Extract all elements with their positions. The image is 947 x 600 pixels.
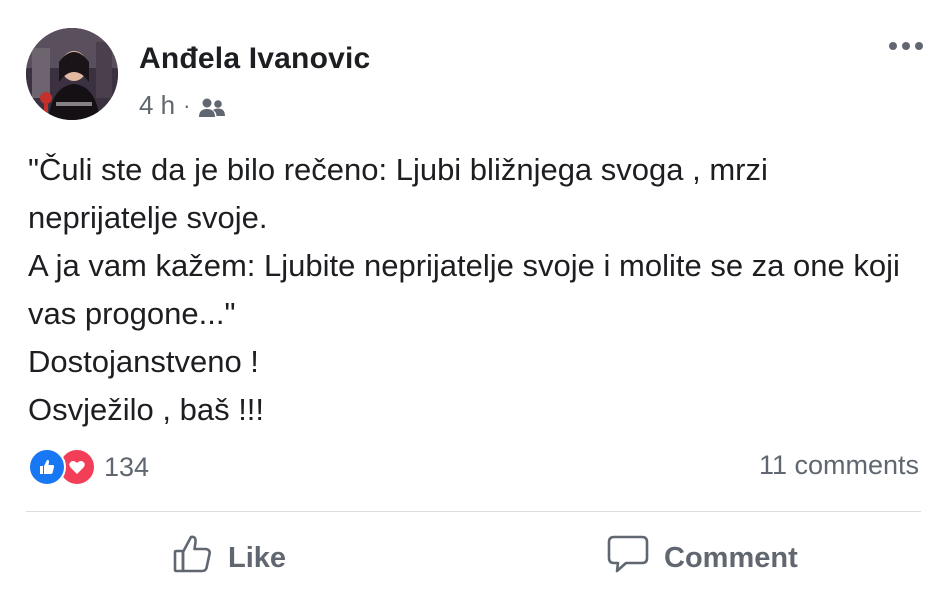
facebook-post: Anđela Ivanovic 4 h · "Čuli ste da je bi… [0,0,947,600]
avatar[interactable] [26,28,118,120]
meta-separator: · [183,92,191,118]
author-name[interactable]: Anđela Ivanovic [139,42,370,76]
post-time[interactable]: 4 h [139,90,175,121]
post-text-line: "Čuli ste da je bilo rečeno: Ljubi bližn… [28,152,768,235]
divider [26,511,921,512]
reactions-count: 134 [104,451,150,482]
action-bar: Like Comment [0,530,947,586]
post-text-line: Osvježilo , baš !!! [28,392,265,427]
like-label: Like [228,541,287,574]
friends-icon [198,95,226,117]
post-text-line: Dostojanstveno ! [28,344,259,379]
post-text: "Čuli ste da je bilo rečeno: Ljubi bližn… [28,146,918,434]
more-options-icon[interactable] [889,42,923,50]
more-dot [902,42,910,50]
post-meta: 4 h · [139,90,226,121]
comments-count[interactable]: 11 comments [759,450,919,481]
comment-label: Comment [664,541,798,574]
more-dot [889,42,897,50]
like-reaction-icon [28,448,66,486]
avatar-image [26,28,118,120]
comment-bubble-icon [606,533,650,583]
more-dot [915,42,923,50]
like-button[interactable]: Like [172,530,286,586]
thumbs-up-icon [172,533,214,583]
comment-button[interactable]: Comment [606,530,798,586]
post-text-line: A ja vam kažem: Ljubite neprijatelje svo… [28,248,900,331]
reactions-summary[interactable]: 134 [28,448,149,486]
